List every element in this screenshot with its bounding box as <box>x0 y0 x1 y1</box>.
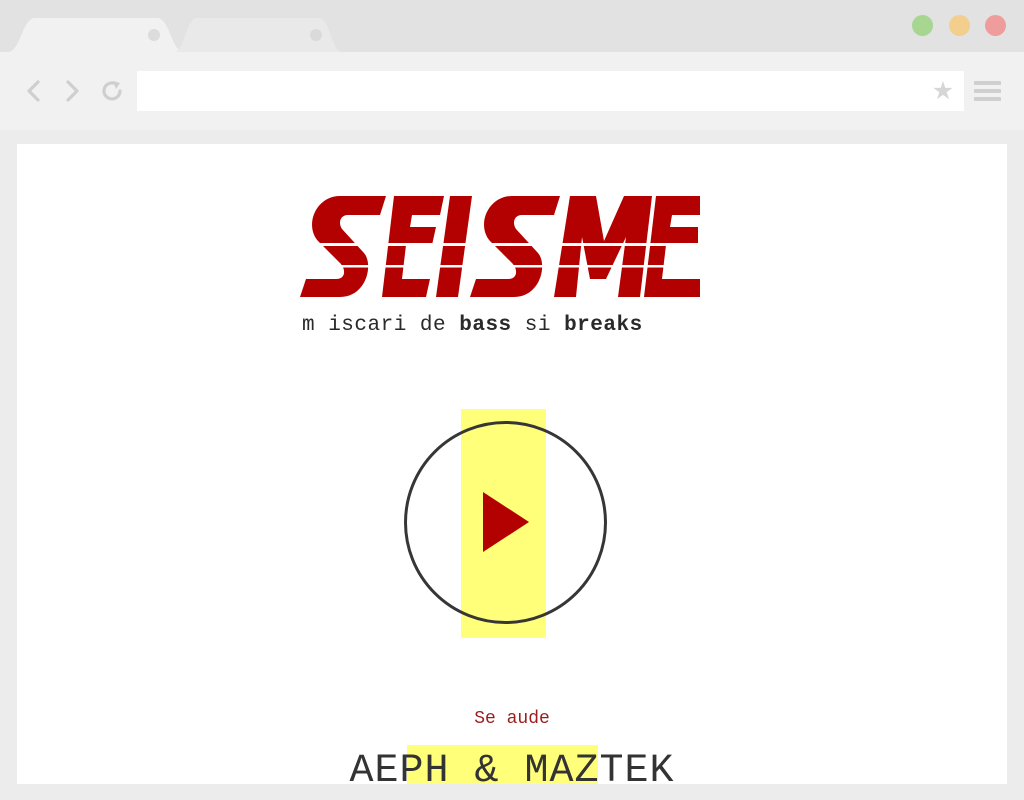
page-viewport: m iscari de bass si breaks Se aude AEPH … <box>17 144 1007 784</box>
window-close-dot[interactable] <box>985 15 1006 36</box>
reload-icon[interactable] <box>99 78 125 104</box>
tagline-text: si <box>511 314 565 337</box>
play-icon[interactable] <box>483 492 529 552</box>
back-icon[interactable] <box>22 78 48 104</box>
menu-icon[interactable] <box>974 78 1002 104</box>
window-minimize-dot[interactable] <box>949 15 970 36</box>
seisme-logo <box>300 193 700 301</box>
now-playing-label: Se aude <box>474 709 550 729</box>
address-bar[interactable] <box>137 71 964 111</box>
tab-active[interactable] <box>8 16 184 52</box>
tab-close-icon[interactable] <box>148 29 160 41</box>
artist-name: AEPH & MAZTEK <box>349 749 675 784</box>
tagline-bold-breaks: breaks <box>564 314 643 337</box>
tagline-text: m iscari de <box>302 314 460 337</box>
tab-close-icon[interactable] <box>310 29 322 41</box>
tagline-bold-bass: bass <box>459 314 512 337</box>
forward-icon[interactable] <box>59 78 85 104</box>
tagline: m iscari de bass si breaks <box>217 314 817 337</box>
tab-inactive[interactable] <box>174 16 344 52</box>
logo-wordmark-image <box>300 196 700 297</box>
star-icon[interactable]: ★ <box>930 78 956 104</box>
window-maximize-dot[interactable] <box>912 15 933 36</box>
browser-titlebar <box>0 0 1024 52</box>
